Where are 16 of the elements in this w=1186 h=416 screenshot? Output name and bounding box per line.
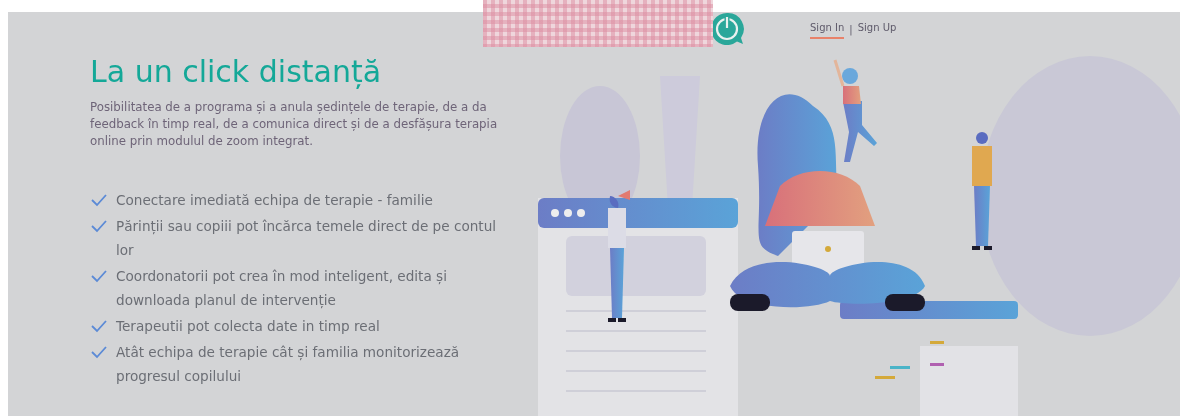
nav-separator: | bbox=[849, 23, 853, 35]
feature-text: Conectare imediată echipa de terapie - familie bbox=[116, 191, 433, 210]
check-icon bbox=[90, 319, 108, 333]
nav-link[interactable]: Sign Up bbox=[857, 19, 897, 39]
feature-text: Coordonatorii pot crea în mod inteligent, edita și downloada planul de intervenție bbox=[116, 267, 448, 311]
check-icon bbox=[90, 269, 108, 283]
hero-description: Posibilitatea de a programa și a anula ședințele de terapie, de a da feedback în timp real, de a comunica direct și de a desfășura terapia online prin modulul de zoom integrat. bbox=[90, 99, 499, 150]
feature-text: Părinții sau copiii pot încărca temele direct de pe contul lor bbox=[116, 217, 498, 260]
check-icon bbox=[90, 193, 108, 207]
nav-link[interactable]: Sign In bbox=[810, 19, 845, 39]
check-icon bbox=[90, 219, 108, 233]
feature-text: Atât echipa de terapie cât și familia monitorizează progresul copilului bbox=[116, 343, 461, 386]
check-icon bbox=[90, 345, 108, 359]
hero-title: La un click distanță bbox=[90, 54, 383, 89]
feature-text: Terapeutii pot colecta date in timp real bbox=[116, 317, 380, 336]
power-logo-icon[interactable] bbox=[710, 12, 744, 46]
